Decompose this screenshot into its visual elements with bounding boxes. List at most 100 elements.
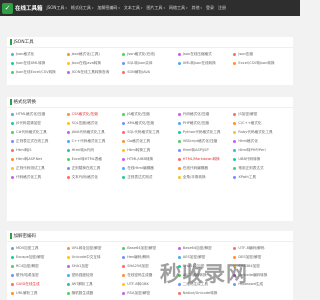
tool-link[interactable]: Html转PHP/Perl bbox=[233, 146, 289, 155]
tool-link[interactable]: 全角/半角转换 bbox=[177, 173, 234, 182]
tool-link[interactable]: Json格式化(在线) bbox=[122, 50, 178, 59]
tool-link[interactable]: JSON在线工具转换查询 bbox=[66, 68, 123, 77]
nav-item-label: 文本工具 bbox=[123, 5, 140, 10]
tool-link[interactable]: HTML/UBB转换 bbox=[122, 155, 178, 164]
tool-link[interactable]: Json在线XML转换 bbox=[11, 59, 67, 68]
tool-icon bbox=[122, 176, 126, 179]
tool-link[interactable]: 正则表达式测试 bbox=[122, 173, 178, 182]
tool-icon bbox=[233, 176, 237, 179]
tool-link[interactable]: Json格式化 bbox=[11, 50, 67, 59]
tool-link[interactable]: SQL压缩/格式化 bbox=[66, 119, 123, 128]
tool-link[interactable]: HTML/Markdown转换 bbox=[177, 155, 234, 164]
nav-item-label: 格式化工具 bbox=[70, 5, 91, 10]
tool-link[interactable]: Html转换工具 bbox=[122, 146, 178, 155]
tool-link[interactable]: 散列/哈希加密 bbox=[11, 271, 67, 280]
tool-icon bbox=[66, 131, 70, 134]
tool-link[interactable]: Base64加密/解密 bbox=[177, 244, 234, 253]
tool-label: 正则代码测试工具 bbox=[16, 166, 45, 170]
tool-link[interactable]: 密码强度检测 bbox=[66, 271, 123, 280]
tool-link[interactable]: Json压缩 bbox=[233, 50, 289, 59]
tool-label: JWT解析工具 bbox=[71, 282, 93, 286]
tool-icon bbox=[66, 247, 70, 250]
nav-item[interactable]: 文本工具 ▾ bbox=[124, 5, 143, 11]
tool-link[interactable]: MD5加密工具 bbox=[11, 244, 67, 253]
tool-link[interactable]: SHA1加密 bbox=[66, 262, 123, 271]
tool-link[interactable]: Ruby代码格式化工具 bbox=[233, 128, 289, 137]
tool-link[interactable]: GUID在线生成 bbox=[11, 280, 67, 289]
tool-link[interactable]: 在线代码编辑器 bbox=[177, 164, 234, 173]
nav-item[interactable]: 登录 bbox=[206, 5, 214, 11]
tool-link[interactable]: JS格式化/压缩 bbox=[122, 110, 178, 119]
nav-item-label: 图片工具 bbox=[146, 5, 163, 10]
site-logo[interactable]: ✓ 在线工具箱 bbox=[2, 2, 43, 14]
tool-link[interactable]: URL解析工具 bbox=[11, 289, 67, 298]
tool-link[interactable]: UTF-8编码/解码 bbox=[233, 244, 289, 253]
tool-label: Escape加密/解密 bbox=[16, 255, 45, 259]
tool-link[interactable]: 常用正则表达式 bbox=[233, 164, 289, 173]
tool-link[interactable]: C#代码格式化工具 bbox=[11, 128, 67, 137]
tool-link[interactable]: 正则替换在线工具 bbox=[66, 164, 123, 173]
tool-label: Json在线压缩格式 bbox=[182, 52, 212, 56]
tool-link[interactable]: Base64加密/解密 bbox=[122, 244, 178, 253]
nav-item[interactable]: JSON工具 ▾ bbox=[47, 5, 67, 11]
tool-link[interactable]: Excel转HTML表格 bbox=[66, 155, 123, 164]
nav-item[interactable]: 网络工具 ▾ bbox=[169, 5, 188, 11]
tool-link[interactable]: 正则表达式在线工具 bbox=[11, 137, 67, 146]
tool-link[interactable]: RSA加密/解密 bbox=[122, 289, 178, 298]
tool-link[interactable]: C/C++格式化 bbox=[233, 119, 289, 128]
tool-label: SON解析JAVA bbox=[127, 70, 151, 74]
tool-link[interactable]: 文本代码/格式化 bbox=[66, 173, 123, 182]
tool-label: Html转JS bbox=[16, 148, 32, 152]
tool-link[interactable]: JS代码混淆加密 bbox=[11, 119, 67, 128]
tool-link[interactable]: 随机数生成器 bbox=[66, 289, 123, 298]
tool-link[interactable]: XML转Json在线转换 bbox=[177, 59, 234, 68]
tool-link[interactable]: Html转JS bbox=[11, 146, 67, 155]
nav-item[interactable]: 格式化工具 ▾ bbox=[71, 5, 94, 11]
tool-link[interactable]: C++代码格式化工具 bbox=[66, 137, 123, 146]
tool-link[interactable]: UBB代码转换 bbox=[233, 155, 289, 164]
tool-link[interactable]: 在线Html编辑器 bbox=[122, 164, 178, 173]
tool-link[interactable]: JAVA代码格式化工具 bbox=[66, 128, 123, 137]
tool-link[interactable]: Escape加密/解密 bbox=[11, 253, 67, 262]
tool-link[interactable]: Json格式化(工具) bbox=[66, 50, 123, 59]
tool-icon bbox=[66, 53, 70, 56]
tool-link[interactable]: VBScript格式化/压缩 bbox=[177, 137, 234, 146]
tool-link[interactable]: Html转Js代码 bbox=[66, 146, 123, 155]
tool-link[interactable]: Json在线Java转换 bbox=[66, 59, 123, 68]
tool-link[interactable]: CSS格式化/压缩 bbox=[66, 110, 123, 119]
tool-link[interactable]: Html转ASP/JSP bbox=[177, 146, 234, 155]
nav-item[interactable]: 其他 ▾ bbox=[191, 5, 202, 11]
tool-link[interactable]: Native/Unicode转换 bbox=[177, 289, 234, 298]
tool-link[interactable]: 代码格式化/压缩 bbox=[177, 110, 234, 119]
tool-link[interactable]: 正则代码测试工具 bbox=[11, 164, 67, 173]
tool-link[interactable]: Json在线压缩格式 bbox=[177, 50, 234, 59]
tool-link[interactable]: SQL代码格式化工具 bbox=[122, 128, 178, 137]
tool-label: Native/Unicode转换 bbox=[182, 291, 218, 295]
tool-link[interactable]: Json在线Excel/CSV转换 bbox=[11, 68, 67, 77]
tool-link[interactable]: JS加密/解密 bbox=[233, 110, 289, 119]
tool-icon bbox=[233, 140, 237, 143]
tool-link[interactable]: Go格式化工具 bbox=[122, 137, 178, 146]
tool-link[interactable]: Html格式化 bbox=[233, 137, 289, 146]
tool-link[interactable]: SON解析JAVA bbox=[122, 68, 178, 77]
tool-link[interactable]: XML格式化/压缩 bbox=[122, 119, 178, 128]
tool-link[interactable]: PHP格式化/压缩 bbox=[177, 119, 234, 128]
tool-label: JAVA代码格式化工具 bbox=[71, 130, 105, 134]
tool-icon bbox=[66, 149, 70, 152]
tool-link[interactable]: URL网址加密/解密 bbox=[66, 244, 123, 253]
nav-item[interactable]: 加解密编码 ▾ bbox=[97, 5, 120, 11]
section-header: JSON工具 bbox=[7, 37, 293, 48]
tool-link[interactable]: Excel/CSV转Json转换 bbox=[233, 59, 289, 68]
tool-link[interactable]: JWT解析工具 bbox=[66, 280, 123, 289]
tool-link[interactable]: Unicode中文互转 bbox=[66, 253, 123, 262]
tool-link[interactable]: XPath工具 bbox=[233, 173, 289, 182]
tool-link[interactable]: Html转ASP.Net bbox=[11, 155, 67, 164]
nav-item[interactable]: 图片工具 ▾ bbox=[146, 5, 165, 11]
tool-link[interactable]: Python代码格式化工具 bbox=[177, 128, 234, 137]
tool-link[interactable]: SQL转Json实体 bbox=[122, 59, 178, 68]
tool-icon bbox=[11, 113, 14, 116]
tool-link[interactable]: HTML格式化/压缩 bbox=[11, 110, 67, 119]
tool-link[interactable]: RC4加密/解密 bbox=[11, 262, 67, 271]
tool-link[interactable]: 代码格式化工具 bbox=[11, 173, 67, 182]
nav-item[interactable]: 注册 bbox=[218, 5, 226, 11]
